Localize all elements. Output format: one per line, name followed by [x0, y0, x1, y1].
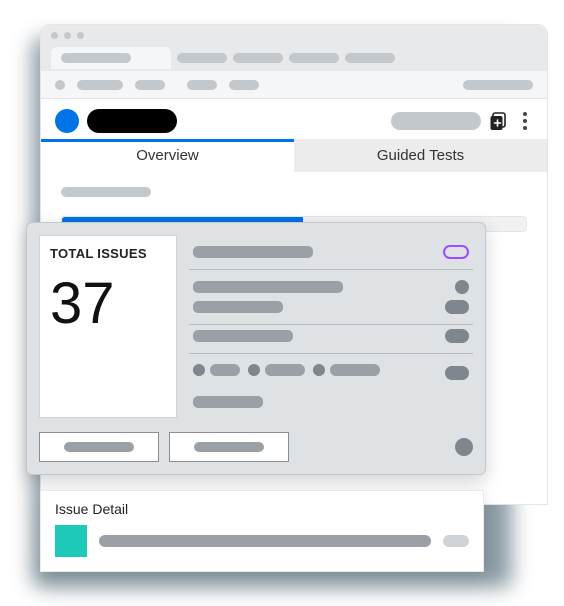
count-icon: [445, 300, 469, 314]
summary-label-placeholder: [193, 301, 283, 313]
tab-title-placeholder: [61, 53, 131, 63]
issue-detail-card: Issue Detail: [40, 490, 484, 572]
total-issues-card: TOTAL ISSUES 37: [39, 235, 177, 418]
count-icon: [445, 329, 469, 343]
browser-tab[interactable]: [177, 53, 227, 63]
traffic-light[interactable]: [51, 32, 58, 39]
issue-description-placeholder: [99, 535, 431, 547]
extension-tabs: Overview Guided Tests: [41, 139, 547, 172]
count-icon: [455, 280, 469, 294]
browser-tab-active[interactable]: [51, 47, 171, 69]
panel-action-button[interactable]: [39, 432, 159, 462]
element-highlight-swatch: [55, 525, 87, 557]
browser-tabbar: [41, 45, 547, 71]
summary-row[interactable]: [189, 270, 473, 296]
subheading-placeholder: [61, 187, 151, 197]
tag-chip[interactable]: [313, 364, 380, 376]
browser-tab[interactable]: [233, 53, 283, 63]
traffic-light[interactable]: [77, 32, 84, 39]
summary-tags-row: [189, 354, 473, 418]
urlbar-placeholder: [135, 80, 165, 90]
tab-guided-tests[interactable]: Guided Tests: [294, 139, 547, 172]
summary-row[interactable]: [189, 325, 473, 354]
tab-overview[interactable]: Overview: [41, 139, 294, 172]
traffic-light[interactable]: [64, 32, 71, 39]
more-menu-icon[interactable]: [517, 111, 533, 131]
browser-tab[interactable]: [289, 53, 339, 63]
panel-status-icon: [455, 438, 473, 456]
window-titlebar: [41, 25, 547, 45]
add-page-icon[interactable]: [489, 111, 509, 131]
urlbar-placeholder: [77, 80, 123, 90]
logo-icon: [55, 109, 79, 133]
logo-text: [87, 109, 177, 133]
issue-detail-title: Issue Detail: [55, 501, 469, 517]
total-issues-value: 37: [50, 275, 166, 333]
panel-action-button[interactable]: [169, 432, 289, 462]
tag-chip[interactable]: [193, 364, 240, 376]
tag-chip[interactable]: [248, 364, 305, 376]
urlbar-placeholder: [187, 80, 217, 90]
urlbar-placeholder: [229, 80, 259, 90]
total-issues-label: TOTAL ISSUES: [50, 246, 166, 261]
summary-row[interactable]: [189, 235, 473, 270]
tag-placeholder: [193, 396, 263, 408]
severity-badge-icon: [443, 245, 469, 259]
header-status-pill: [391, 112, 481, 130]
browser-urlbar: [41, 71, 547, 99]
issue-count-pill: [443, 535, 469, 547]
browser-tab[interactable]: [345, 53, 395, 63]
summary-label-placeholder: [193, 281, 343, 293]
count-icon: [445, 366, 469, 380]
results-panel: TOTAL ISSUES 37: [26, 222, 486, 475]
summary-row[interactable]: [189, 296, 473, 325]
issue-detail-row[interactable]: [55, 525, 469, 557]
summary-label-placeholder: [193, 246, 313, 258]
urlbar-placeholder: [463, 80, 533, 90]
extension-header: [41, 99, 547, 139]
summary-label-placeholder: [193, 330, 293, 342]
issue-summary-list: [189, 235, 473, 418]
nav-back-icon[interactable]: [55, 80, 65, 90]
